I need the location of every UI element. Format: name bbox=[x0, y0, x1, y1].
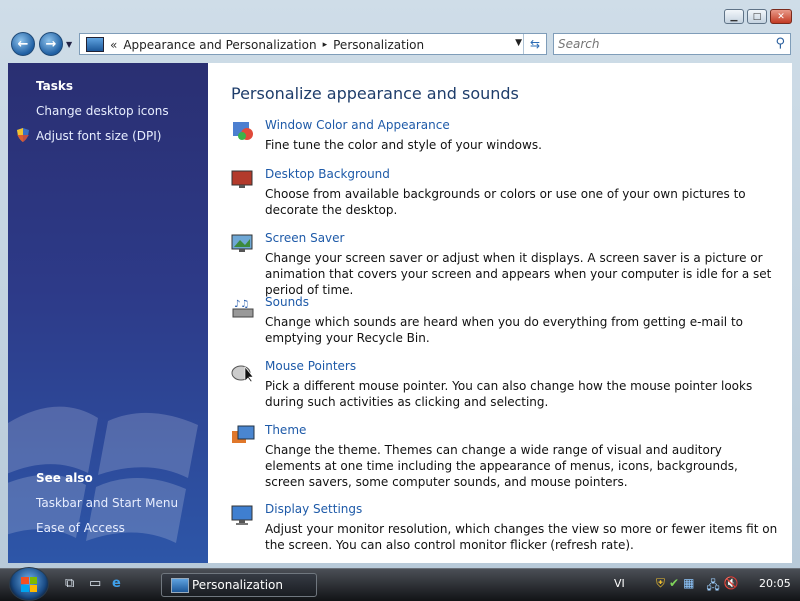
window-color-icon bbox=[233, 122, 253, 140]
sounds-icon: ♪♫ bbox=[232, 299, 254, 318]
breadcrumb-personalization[interactable]: Personalization bbox=[333, 38, 424, 52]
network-icon[interactable]: 🖧 bbox=[706, 576, 719, 597]
back-button[interactable]: ← bbox=[11, 32, 35, 56]
theme-link[interactable]: Theme bbox=[265, 423, 306, 437]
show-desktop-icon[interactable]: ▭ bbox=[89, 576, 105, 592]
close-button[interactable]: ✕ bbox=[770, 9, 792, 24]
svg-text:♪♫: ♪♫ bbox=[234, 299, 249, 310]
tasks-heading: Tasks bbox=[36, 79, 74, 93]
forward-button[interactable]: → bbox=[39, 32, 63, 56]
taskbar-personalization-button[interactable]: Personalization bbox=[161, 573, 317, 597]
refresh-icon[interactable]: ⇆ bbox=[523, 34, 546, 54]
title-bar[interactable]: ▁ □ ✕ bbox=[0, 0, 800, 30]
desktop-background-icon bbox=[231, 170, 253, 188]
windows-flag-icon bbox=[21, 577, 37, 592]
item-description: Change which sounds are heard when you d… bbox=[265, 315, 743, 345]
change-desktop-icons-link[interactable]: Change desktop icons bbox=[36, 104, 169, 118]
clock[interactable]: 20:05 bbox=[759, 577, 791, 590]
see-also-heading: See also bbox=[36, 471, 93, 485]
item-description: Change your screen saver or adjust when … bbox=[265, 251, 772, 297]
volume-muted-icon[interactable]: 🔇 bbox=[724, 576, 739, 597]
taskbar-start-menu-link[interactable]: Taskbar and Start Menu bbox=[36, 496, 178, 510]
item-description: Pick a different mouse pointer. You can … bbox=[265, 379, 753, 409]
minimize-button[interactable]: ▁ bbox=[724, 9, 744, 24]
security-shield-icon[interactable]: ⛨ bbox=[656, 576, 665, 597]
switch-windows-icon[interactable]: ⧉ bbox=[65, 576, 81, 592]
language-indicator[interactable]: VI bbox=[614, 577, 625, 590]
internet-explorer-icon[interactable]: e bbox=[112, 576, 128, 592]
updates-icon[interactable]: ▦ bbox=[683, 576, 694, 597]
tasks-sidebar: Tasks Change desktop icons Adjust font s… bbox=[8, 63, 208, 563]
sounds-link[interactable]: Sounds bbox=[265, 295, 309, 309]
back-arrow-icon: ← bbox=[17, 36, 29, 52]
item-description: Fine tune the color and style of your wi… bbox=[265, 138, 542, 152]
forward-arrow-icon: → bbox=[45, 36, 57, 52]
taskbar: ⧉ ▭ e Personalization VI ⛨ ✔ ▦ 🖧 🔇 20:05 bbox=[0, 567, 800, 601]
control-panel-icon bbox=[171, 578, 189, 593]
search-box[interactable]: ⚲ bbox=[553, 33, 791, 55]
desktop-background-link[interactable]: Desktop Background bbox=[265, 167, 390, 181]
screen-saver-icon bbox=[231, 234, 253, 252]
page-title: Personalize appearance and sounds bbox=[231, 84, 519, 103]
recent-pages-dropdown[interactable]: ▼ bbox=[66, 40, 76, 50]
main-content: Personalize appearance and sounds Window… bbox=[208, 63, 792, 563]
navigation-bar: ← → ▼ « Appearance and Personalization ▸… bbox=[0, 30, 800, 60]
personalization-window: ▁ □ ✕ ← → ▼ « Appearance and Personaliza… bbox=[0, 0, 800, 568]
ease-of-access-link[interactable]: Ease of Access bbox=[36, 521, 125, 535]
item-description: Change the theme. Themes can change a wi… bbox=[265, 443, 738, 489]
item-description: Choose from available backgrounds or col… bbox=[265, 187, 746, 217]
search-icon[interactable]: ⚲ bbox=[775, 36, 785, 51]
system-tray: ⛨ ✔ ▦ 🖧 🔇 bbox=[656, 576, 739, 597]
theme-icon bbox=[232, 425, 255, 443]
item-description: Adjust your monitor resolution, which ch… bbox=[265, 522, 778, 552]
display-settings-icon bbox=[231, 505, 253, 525]
breadcrumb-overflow[interactable]: « bbox=[110, 38, 117, 52]
breadcrumb-separator-icon[interactable]: ▸ bbox=[323, 40, 328, 50]
mouse-pointers-link[interactable]: Mouse Pointers bbox=[265, 359, 356, 373]
uac-shield-icon bbox=[17, 128, 29, 142]
start-button[interactable] bbox=[9, 567, 49, 601]
display-settings-link[interactable]: Display Settings bbox=[265, 502, 362, 516]
caption-buttons: ▁ □ ✕ bbox=[724, 9, 792, 24]
maximize-button[interactable]: □ bbox=[747, 9, 767, 24]
taskbar-window-label: Personalization bbox=[192, 578, 283, 592]
breadcrumb: « Appearance and Personalization ▸ Perso… bbox=[86, 37, 424, 52]
breadcrumb-appearance[interactable]: Appearance and Personalization bbox=[123, 38, 316, 52]
security-check-icon[interactable]: ✔ bbox=[669, 576, 679, 597]
address-dropdown-icon[interactable]: ▼ bbox=[515, 38, 522, 48]
screen-saver-link[interactable]: Screen Saver bbox=[265, 231, 344, 245]
adjust-font-size-link[interactable]: Adjust font size (DPI) bbox=[36, 129, 161, 143]
search-input[interactable] bbox=[558, 36, 758, 52]
address-bar[interactable]: « Appearance and Personalization ▸ Perso… bbox=[79, 33, 547, 55]
mouse-pointers-icon bbox=[231, 365, 254, 383]
window-color-link[interactable]: Window Color and Appearance bbox=[265, 118, 450, 132]
control-panel-icon bbox=[86, 37, 104, 52]
